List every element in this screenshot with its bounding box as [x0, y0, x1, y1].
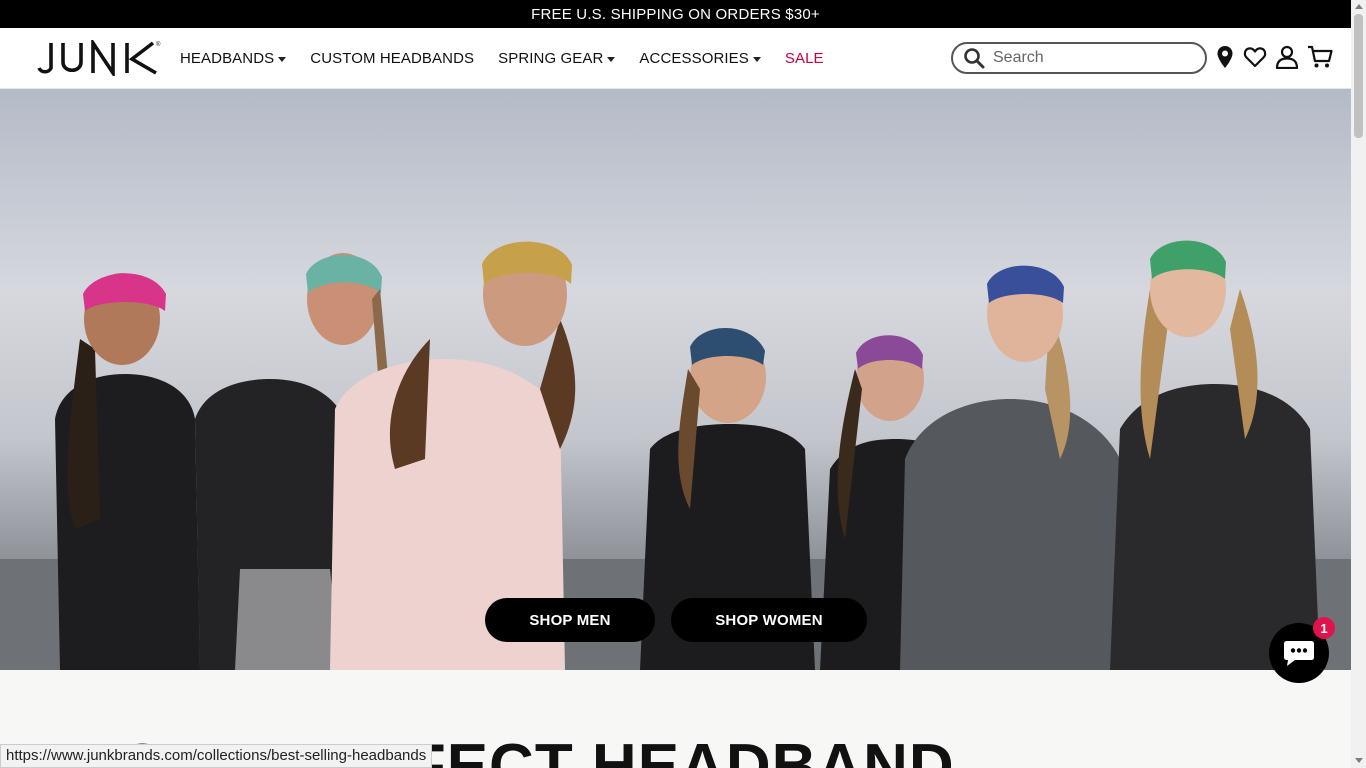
- scroll-up-arrow-icon[interactable]: [1355, 4, 1363, 9]
- junk-logo[interactable]: ®: [35, 40, 161, 76]
- logo-registered-mark: ®: [156, 41, 161, 48]
- nav-item-headbands[interactable]: HEADBANDS: [180, 49, 287, 67]
- heart-icon[interactable]: [1243, 45, 1267, 69]
- announcement-bar: FREE U.S. SHIPPING ON ORDERS $30+: [0, 0, 1351, 28]
- nav-item-label: SPRING GEAR: [498, 49, 604, 67]
- hero-banner: SHOP MEN SHOP WOMEN: [0, 89, 1351, 670]
- nav-item-label: CUSTOM HEADBANDS: [310, 49, 475, 67]
- nav-item-accessories[interactable]: ACCESSORIES: [639, 49, 761, 67]
- hero-photo: [0, 89, 1351, 670]
- page-scrollbar[interactable]: [1351, 0, 1366, 768]
- scroll-down-arrow-icon[interactable]: [1355, 758, 1363, 763]
- scrollbar-thumb[interactable]: [1354, 14, 1363, 138]
- nav-item-custom-headbands[interactable]: CUSTOM HEADBANDS: [310, 50, 474, 67]
- nav-item-label: SALE: [784, 49, 824, 67]
- announcement-text: FREE U.S. SHIPPING ON ORDERS $30+: [531, 5, 820, 23]
- search-icon[interactable]: [963, 47, 985, 69]
- chevron-down-icon: [752, 56, 761, 62]
- chat-badge: 1: [1313, 617, 1335, 639]
- account-icon[interactable]: [1275, 45, 1299, 69]
- main-nav: HEADBANDS CUSTOM HEADBANDS SPRING GEAR A…: [180, 28, 848, 88]
- status-bar-url: https://www.junkbrands.com/collections/b…: [0, 744, 433, 768]
- search-box: [951, 42, 1207, 74]
- chevron-down-icon: [278, 56, 287, 62]
- location-pin-icon[interactable]: [1216, 45, 1234, 69]
- chat-bubble-icon: [1284, 641, 1314, 666]
- nav-item-label: ACCESSORIES: [639, 49, 749, 67]
- site-header: ® HEADBANDS CUSTOM HEADBANDS SPRING GEAR…: [0, 28, 1351, 89]
- shop-women-button[interactable]: SHOP WOMEN: [671, 598, 867, 642]
- chevron-down-icon: [607, 56, 616, 62]
- nav-item-sale[interactable]: SALE: [785, 50, 824, 67]
- nav-item-spring-gear[interactable]: SPRING GEAR: [498, 49, 616, 67]
- cart-icon[interactable]: [1307, 45, 1333, 69]
- search-input[interactable]: [993, 49, 1183, 67]
- shop-men-button[interactable]: SHOP MEN: [485, 598, 655, 642]
- nav-item-label: HEADBANDS: [180, 49, 275, 67]
